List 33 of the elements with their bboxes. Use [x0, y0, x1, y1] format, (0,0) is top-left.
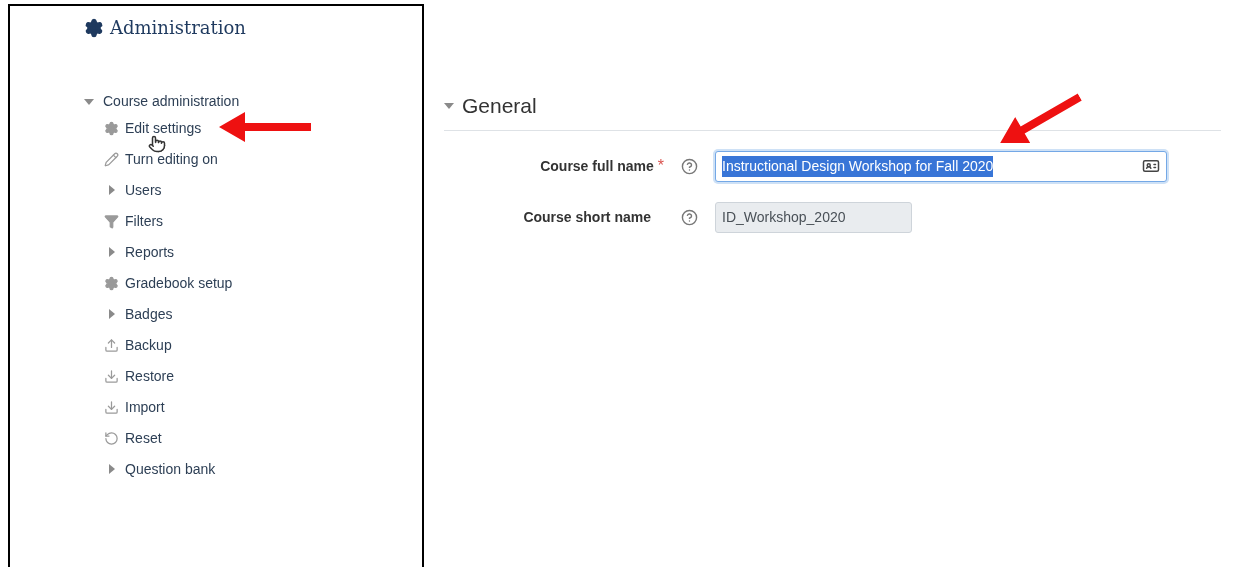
required-mark: *	[657, 158, 664, 174]
filter-icon	[104, 213, 119, 229]
gear-icon	[104, 120, 119, 136]
help-icon[interactable]	[681, 208, 698, 226]
field-label: Course short name	[523, 207, 651, 227]
contact-card-icon	[1142, 157, 1160, 175]
gears-icon	[84, 17, 104, 38]
sidebar-link[interactable]: Restore	[125, 365, 175, 387]
sidebar-link[interactable]: Reports	[125, 241, 175, 263]
section-heading[interactable]: General	[462, 90, 537, 122]
upload-icon	[104, 337, 119, 353]
sidebar-link[interactable]: Backup	[125, 334, 172, 356]
reset-icon	[104, 430, 119, 446]
panel-title: Administration	[110, 16, 246, 40]
section-link[interactable]: Course administration	[103, 91, 240, 112]
hand-cursor-icon	[148, 135, 166, 153]
sidebar-link[interactable]: Gradebook setup	[125, 272, 233, 294]
sidebar-link[interactable]: Badges	[125, 303, 173, 325]
pencil-icon	[104, 151, 119, 167]
sidebar-link[interactable]: Users	[125, 179, 162, 201]
field-label: Course full name	[540, 156, 654, 176]
sidebar-link[interactable]: Reset	[125, 427, 162, 449]
sidebar-link[interactable]: Filters	[125, 210, 164, 232]
sidebar-link[interactable]: Import	[125, 396, 165, 418]
download-icon	[104, 368, 119, 384]
gear-icon	[104, 275, 119, 291]
sidebar-link[interactable]: Edit settings	[125, 117, 202, 139]
download-icon	[104, 399, 119, 415]
sidebar-link[interactable]: Turn editing on	[125, 148, 218, 170]
text-field[interactable]: Instructional Design Workshop for Fall 2020	[715, 150, 1167, 182]
help-icon[interactable]	[681, 157, 698, 175]
annotation-arrow-icon	[219, 112, 311, 142]
sidebar-link[interactable]: Question bank	[125, 458, 216, 480]
